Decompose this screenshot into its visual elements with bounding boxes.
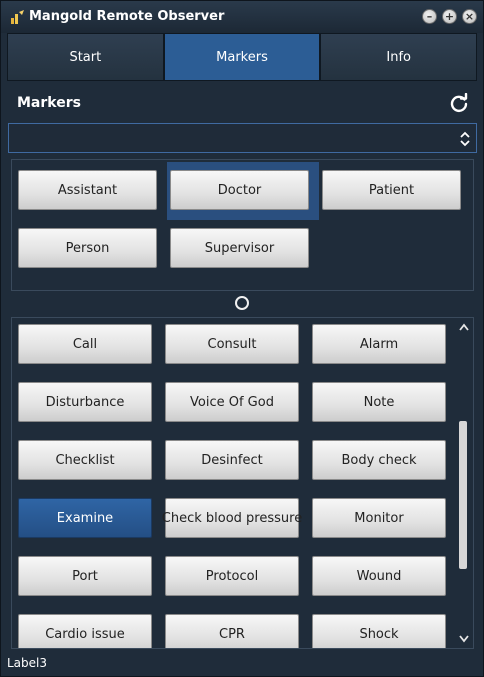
marker-button-alarm[interactable]: Alarm (312, 324, 446, 364)
title-bar[interactable]: Mangold Remote Observer – + × (1, 1, 483, 33)
tab-start[interactable]: Start (7, 33, 164, 81)
marker-button-monitor[interactable]: Monitor (312, 498, 446, 538)
marker-group-select[interactable] (8, 123, 477, 153)
section-title: Markers (17, 95, 81, 111)
maximize-button[interactable]: + (442, 9, 457, 24)
marker-button-check-blood-pressure[interactable]: Check blood pressure (162, 498, 302, 538)
refresh-icon[interactable] (449, 93, 469, 113)
app-window: Mangold Remote Observer – + × Start Mark… (0, 0, 484, 677)
marker-button-assistant[interactable]: Assistant (18, 170, 157, 210)
marker-button-checklist[interactable]: Checklist (18, 440, 152, 480)
marker-button-wound[interactable]: Wound (312, 556, 446, 596)
marker-button-shock[interactable]: Shock (312, 614, 446, 648)
marker-button-protocol[interactable]: Protocol (165, 556, 299, 596)
marker-button-note[interactable]: Note (312, 382, 446, 422)
marker-button-doctor[interactable]: Doctor (170, 170, 309, 210)
window-title: Mangold Remote Observer (29, 9, 225, 24)
marker-button-cardio-issue[interactable]: Cardio issue (18, 614, 152, 648)
marker-button-voice-of-god[interactable]: Voice Of God (165, 382, 299, 422)
marker-button-disturbance[interactable]: Disturbance (18, 382, 152, 422)
marker-button-examine[interactable]: Examine (18, 498, 152, 538)
scroll-down-icon[interactable] (459, 635, 469, 643)
panel-splitter-handle[interactable] (235, 296, 249, 310)
minimize-button[interactable]: – (422, 9, 437, 24)
marker-button-consult[interactable]: Consult (165, 324, 299, 364)
marker-button-supervisor[interactable]: Supervisor (170, 228, 309, 268)
marker-button-person[interactable]: Person (18, 228, 157, 268)
marker-button-body-check[interactable]: Body check (312, 440, 446, 480)
vertical-scrollbar[interactable] (456, 319, 472, 647)
marker-buttons-panel: Call Consult Alarm Disturbance Voice Of … (11, 317, 474, 649)
marker-button-call[interactable]: Call (18, 324, 152, 364)
tab-info[interactable]: Info (320, 33, 478, 81)
marker-button-patient[interactable]: Patient (322, 170, 461, 210)
marker-button-port[interactable]: Port (18, 556, 152, 596)
scroll-thumb[interactable] (459, 421, 467, 569)
chevron-updown-icon (460, 131, 470, 147)
tab-bar: Start Markers Info (7, 33, 478, 81)
app-icon (11, 10, 24, 24)
scroll-up-icon[interactable] (459, 323, 469, 331)
marker-group-panel: Assistant Doctor Patient Person Supervis… (11, 159, 474, 291)
marker-button-cpr[interactable]: CPR (165, 614, 299, 648)
marker-button-desinfect[interactable]: Desinfect (165, 440, 299, 480)
tab-markers[interactable]: Markers (163, 33, 321, 81)
close-button[interactable]: × (462, 9, 477, 24)
status-label: Label3 (7, 656, 48, 670)
